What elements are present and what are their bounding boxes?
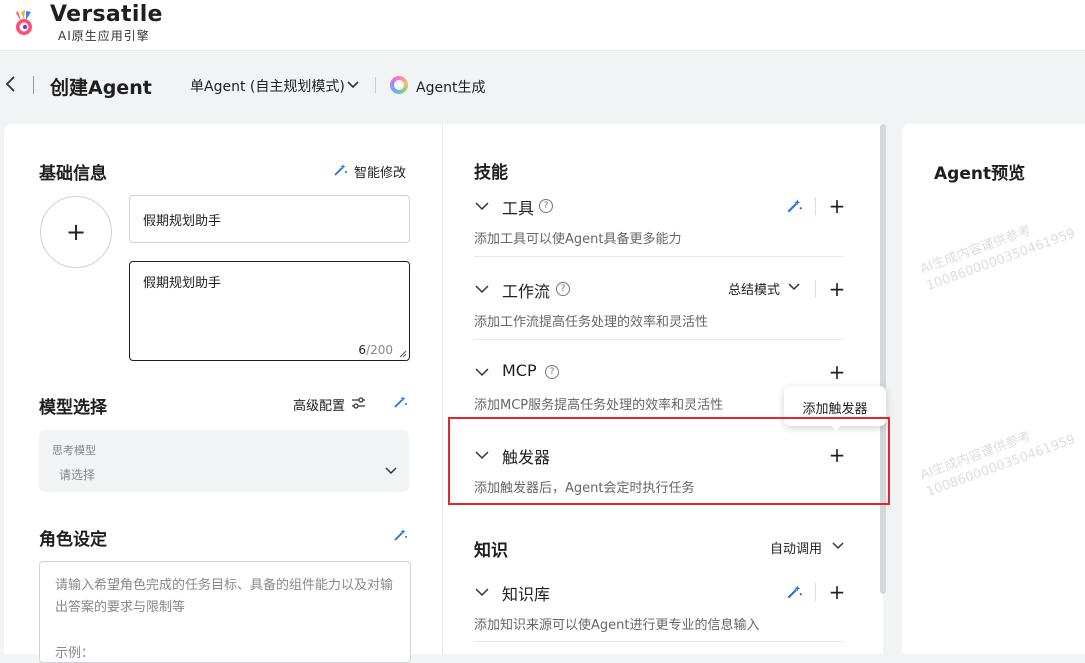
char-counter: 6/200 [358,343,393,357]
thinking-model-placeholder: 请选择 [59,468,96,482]
chevron-down-icon [385,467,397,475]
mcp-description: 添加MCP服务提高任务处理的效率和灵活性 [474,398,724,413]
add-mcp-button[interactable]: + [828,362,846,382]
chevron-down-icon[interactable] [475,587,489,597]
agent-name-input[interactable]: 假期规划助手 [129,195,410,243]
agent-generate-icon-center [394,80,404,90]
resize-grip-icon[interactable] [399,350,407,358]
magic-wand-icon[interactable] [392,527,408,543]
back-chevron-icon[interactable] [4,74,20,96]
smart-edit-button[interactable]: 智能修改 [354,162,406,181]
header-divider-2 [375,77,376,93]
knowledge-base-label: 知识库 [502,585,551,604]
skills-section-title: 技能 [474,163,508,183]
agent-description-value: 假期规划助手 [143,276,222,291]
role-setting-placeholder: 请输入希望角色完成的任务目标、具备的组件能力以及对输出答案的要求与限制等 [55,578,394,615]
chevron-down-icon[interactable] [475,201,489,211]
chevron-down-icon[interactable] [832,541,844,551]
brand-name: Versatile [50,2,163,27]
magic-wand-icon[interactable] [332,162,348,178]
thinking-model-select[interactable]: 思考模型 请选择 [39,430,409,492]
model-section-title: 模型选择 [39,398,107,418]
row-divider [474,641,844,642]
versatile-logo-icon [16,10,32,35]
avatar-upload-button[interactable]: + [40,196,112,268]
agent-name-value: 假期规划助手 [143,214,222,229]
magic-wand-icon[interactable] [785,197,803,215]
chevron-down-icon[interactable] [475,367,489,377]
workflow-label: 工作流 [502,282,551,301]
tools-description: 添加工具可以使Agent具备更多能力 [474,232,682,247]
role-section-title: 角色设定 [39,530,107,550]
action-divider [815,280,816,298]
thinking-model-label: 思考模型 [52,444,96,457]
char-counter-max: /200 [366,343,393,357]
add-workflow-button[interactable]: + [828,279,846,299]
knowledge-mode-select[interactable]: 自动调用 [770,538,822,557]
agent-description-textarea[interactable]: 假期规划助手 6/200 [129,261,410,361]
skills-scrollbar[interactable] [880,124,886,594]
help-icon[interactable]: ? [545,365,559,379]
tooltip-text: 添加触发器 [802,402,868,417]
chevron-down-icon[interactable] [788,282,800,292]
knowledge-base-description: 添加知识来源可以使Agent进行更专业的信息输入 [474,618,760,633]
role-setting-placeholder-example: 示例： [55,646,95,661]
help-icon[interactable]: ? [556,282,570,296]
agent-mode-select[interactable]: 单Agent (自主规划模式) [190,76,345,96]
workflow-mode-select[interactable]: 总结模式 [728,279,780,298]
page-title: 创建Agent [50,77,152,99]
role-setting-textarea[interactable]: 请输入希望角色完成的任务目标、具备的组件能力以及对输出答案的要求与限制等 示例： [39,561,411,663]
preview-title: Agent预览 [934,164,1026,184]
basic-info-title: 基础信息 [39,164,107,184]
add-knowledge-button[interactable]: + [828,582,846,602]
agent-generate-button[interactable]: Agent生成 [416,77,485,97]
header-divider [33,76,34,94]
workflow-description: 添加工作流提高任务处理的效率和灵活性 [474,315,709,330]
brand-subtitle: AI原生应用引擎 [58,29,150,43]
mcp-label: MCP [502,361,537,380]
tools-label: 工具 [502,199,535,218]
row-divider [474,256,844,257]
action-divider [815,197,816,215]
knowledge-section-title: 知识 [474,541,508,561]
magic-wand-icon[interactable] [785,583,803,601]
add-tool-button[interactable]: + [828,196,846,216]
help-icon[interactable]: ? [539,199,553,213]
sliders-icon[interactable] [351,396,366,410]
preview-panel [902,124,1085,654]
row-divider [474,339,844,340]
chevron-down-icon[interactable] [475,284,489,294]
action-divider [815,583,816,601]
plus-icon: + [65,218,87,246]
trigger-highlight-box [448,417,890,505]
magic-wand-icon[interactable] [392,394,408,410]
char-counter-current: 6 [358,343,367,357]
advanced-config-button[interactable]: 高级配置 [293,395,345,414]
chevron-down-icon[interactable] [346,78,360,92]
